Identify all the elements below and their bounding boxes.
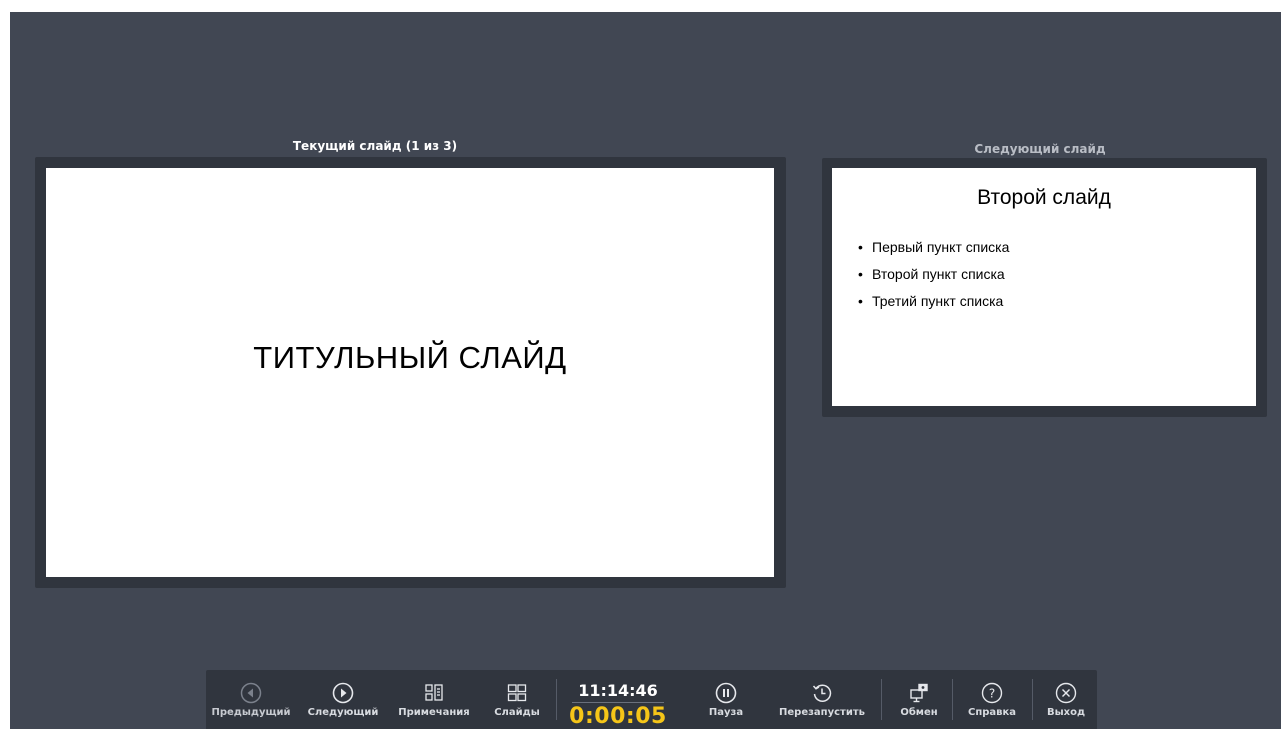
next-slide-bullets: Первый пункт списка Второй пункт списка … <box>858 234 1009 315</box>
share-screen-icon <box>908 682 930 704</box>
next-label: Следующий <box>307 707 379 718</box>
next-slide[interactable]: Второй слайд Первый пункт списка Второй … <box>832 168 1256 406</box>
notes-icon <box>423 682 445 704</box>
previous-label: Предыдущий <box>211 707 291 718</box>
slides-grid-icon <box>506 682 528 704</box>
slides-button[interactable]: Слайды <box>482 670 552 729</box>
current-slide-label: Текущий слайд (1 из 3) <box>292 139 458 153</box>
previous-button[interactable]: Предыдущий <box>211 670 291 729</box>
next-slide-label: Следующий слайд <box>974 142 1106 156</box>
help-label: Справка <box>967 707 1017 718</box>
timer-divider <box>572 702 664 703</box>
timer-display: 11:14:46 0:00:05 <box>558 670 678 729</box>
restart-clock-icon <box>811 682 833 704</box>
toolbar-separator <box>952 679 953 720</box>
exchange-label: Обмен <box>900 707 938 718</box>
current-slide-title: ТИТУЛЬНЫЙ СЛАЙД <box>253 340 567 375</box>
slides-label: Слайды <box>494 707 540 718</box>
exchange-button[interactable]: Обмен <box>889 670 949 729</box>
prev-circle-icon <box>240 682 262 704</box>
svg-text:?: ? <box>989 687 995 701</box>
exit-button[interactable]: Выход <box>1039 670 1093 729</box>
presenter-toolbar: Предыдущий Следующий Примечания Слайды 1… <box>206 670 1097 729</box>
close-circle-icon <box>1055 682 1077 704</box>
restart-label: Перезапустить <box>779 707 865 718</box>
exit-label: Выход <box>1046 707 1086 718</box>
pause-circle-icon <box>715 682 737 704</box>
notes-label: Примечания <box>398 707 470 718</box>
toolbar-separator <box>556 679 557 720</box>
restart-button[interactable]: Перезапустить <box>774 670 870 729</box>
next-circle-icon <box>332 682 354 704</box>
pause-label: Пауза <box>708 707 744 718</box>
bullet-item: Первый пункт списка <box>858 234 1009 261</box>
next-slide-frame: Второй слайд Первый пункт списка Второй … <box>822 158 1267 417</box>
next-slide-title: Второй слайд <box>977 186 1111 209</box>
help-button[interactable]: ? Справка <box>960 670 1024 729</box>
pause-button[interactable]: Пауза <box>696 670 756 729</box>
next-button[interactable]: Следующий <box>303 670 383 729</box>
notes-button[interactable]: Примечания <box>392 670 476 729</box>
elapsed-time: 0:00:05 <box>569 704 667 729</box>
toolbar-separator <box>881 679 882 720</box>
current-slide[interactable]: ТИТУЛЬНЫЙ СЛАЙД <box>46 168 774 577</box>
current-time: 11:14:46 <box>578 681 658 700</box>
bullet-item: Третий пункт списка <box>858 288 1009 315</box>
presenter-view: Текущий слайд (1 из 3) ТИТУЛЬНЫЙ СЛАЙД С… <box>10 12 1281 729</box>
bullet-item: Второй пункт списка <box>858 261 1009 288</box>
current-slide-frame: ТИТУЛЬНЫЙ СЛАЙД <box>35 157 786 588</box>
help-circle-icon: ? <box>981 682 1003 704</box>
toolbar-separator <box>1032 679 1033 720</box>
